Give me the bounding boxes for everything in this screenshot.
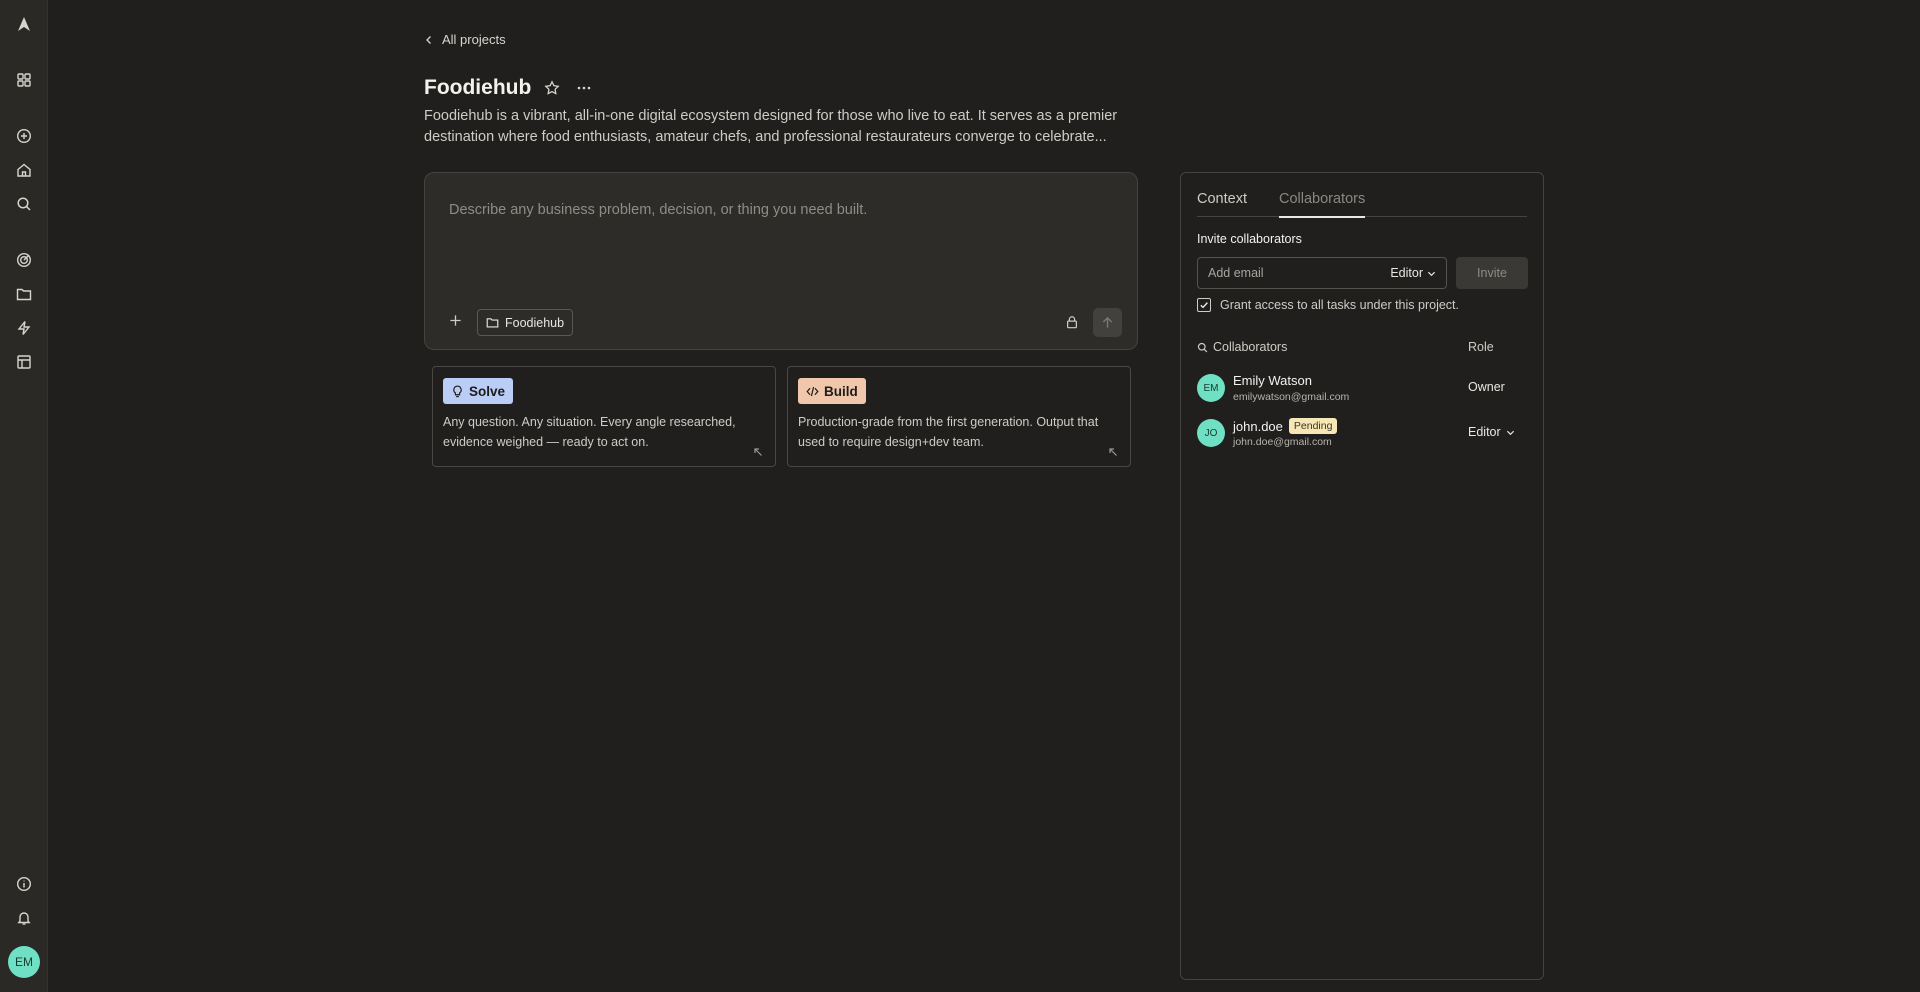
folder-icon[interactable] [12, 282, 36, 306]
search-icon[interactable] [12, 192, 36, 216]
project-side-panel: Context Collaborators Invite collaborato… [1180, 172, 1544, 980]
collaborators-header-label: Collaborators [1213, 340, 1288, 354]
collaborator-role-text: Editor [1468, 425, 1501, 439]
project-chip-label: Foodiehub [505, 315, 565, 330]
composer-input[interactable]: Describe any business problem, decision,… [449, 202, 867, 218]
chevron-left-icon [426, 35, 431, 44]
collaborator-name-text: Emily Watson [1233, 373, 1312, 388]
star-icon[interactable] [541, 77, 563, 99]
collaborator-role-select[interactable]: Editor [1468, 425, 1515, 439]
chevron-down-icon [1427, 271, 1436, 276]
info-icon[interactable] [12, 872, 36, 896]
new-task-icon[interactable] [12, 124, 36, 148]
home-icon[interactable] [12, 158, 36, 182]
privacy-lock-button[interactable] [1063, 313, 1081, 331]
send-button[interactable] [1093, 308, 1122, 337]
solve-label: Solve [469, 383, 506, 399]
user-avatar[interactable]: EM [8, 946, 40, 978]
collaborator-row: EM Emily Watson emilywatson@gmail.com Ow… [1197, 372, 1527, 404]
solve-mode-card[interactable]: Solve Any question. Any situation. Every… [432, 366, 776, 467]
collaborator-role-text: Owner [1468, 380, 1505, 394]
pending-badge: Pending [1288, 418, 1338, 434]
folder-icon [486, 318, 499, 328]
collaborator-email: john.doe@gmail.com [1233, 436, 1332, 448]
check-icon [1200, 302, 1208, 309]
tab-collaborators[interactable]: Collaborators [1278, 191, 1366, 218]
arrow-up-left-icon [1108, 444, 1118, 456]
lightning-icon[interactable] [12, 316, 36, 340]
project-title: Foodiehub [424, 76, 532, 99]
avatar: JO [1197, 419, 1225, 447]
project-description: Foodiehub is a vibrant, all-in-one digit… [424, 108, 1118, 145]
code-icon [806, 386, 819, 396]
collaborator-name-text: john.doe [1233, 418, 1283, 434]
project-header: Foodiehub [424, 76, 595, 100]
task-composer[interactable]: Describe any business problem, decision,… [424, 172, 1138, 350]
collaborators-search[interactable]: Collaborators [1197, 340, 1287, 354]
invite-email-field: Editor [1197, 257, 1447, 289]
solve-badge: Solve [443, 378, 514, 404]
grant-access-option: Grant access to all tasks under this pro… [1197, 298, 1459, 312]
collaborator-email: emilywatson@gmail.com [1233, 391, 1350, 403]
solve-description: Any question. Any situation. Every angle… [443, 415, 736, 449]
arrow-up-icon [1102, 316, 1113, 328]
more-options-icon[interactable] [573, 77, 595, 99]
invite-role-value: Editor [1390, 266, 1423, 280]
logo-icon[interactable] [12, 12, 36, 36]
collaborator-role: Owner [1468, 380, 1505, 394]
build-mode-card[interactable]: Build Production-grade from the first ge… [787, 366, 1131, 467]
target-icon[interactable] [12, 248, 36, 272]
sidebar: EM [0, 0, 48, 992]
search-icon [1197, 342, 1208, 352]
email-input[interactable] [1208, 266, 1358, 280]
collaborator-name: john.doe Pending [1233, 418, 1338, 434]
arrow-up-left-icon [753, 444, 763, 456]
build-description: Production-grade from the first generati… [798, 415, 1099, 449]
apps-grid-icon[interactable] [12, 68, 36, 92]
chevron-down-icon [1506, 430, 1514, 435]
collaborator-row: JO john.doe Pending john.doe@gmail.com E… [1197, 417, 1527, 449]
grant-access-label: Grant access to all tasks under this pro… [1220, 298, 1459, 312]
collaborator-name: Emily Watson [1233, 373, 1312, 388]
back-label: All projects [442, 32, 506, 47]
build-label: Build [824, 383, 858, 399]
panel-tabs: Context Collaborators [1197, 191, 1527, 218]
plus-icon [449, 314, 461, 326]
build-badge: Build [798, 378, 866, 404]
lock-icon [1067, 316, 1077, 329]
bell-icon[interactable] [12, 906, 36, 930]
avatar: EM [1197, 374, 1225, 402]
layout-icon[interactable] [12, 350, 36, 374]
grant-access-checkbox[interactable] [1197, 298, 1211, 312]
project-chip[interactable]: Foodiehub [477, 309, 574, 336]
invite-button[interactable]: Invite [1456, 257, 1528, 289]
invite-heading: Invite collaborators [1197, 232, 1302, 246]
lightbulb-icon [453, 385, 462, 397]
role-column-header: Role [1468, 340, 1494, 354]
tab-context[interactable]: Context [1197, 191, 1247, 217]
back-to-projects-link[interactable]: All projects [424, 32, 506, 47]
invite-role-select[interactable]: Editor [1390, 266, 1436, 280]
add-attachment-button[interactable] [445, 310, 465, 330]
